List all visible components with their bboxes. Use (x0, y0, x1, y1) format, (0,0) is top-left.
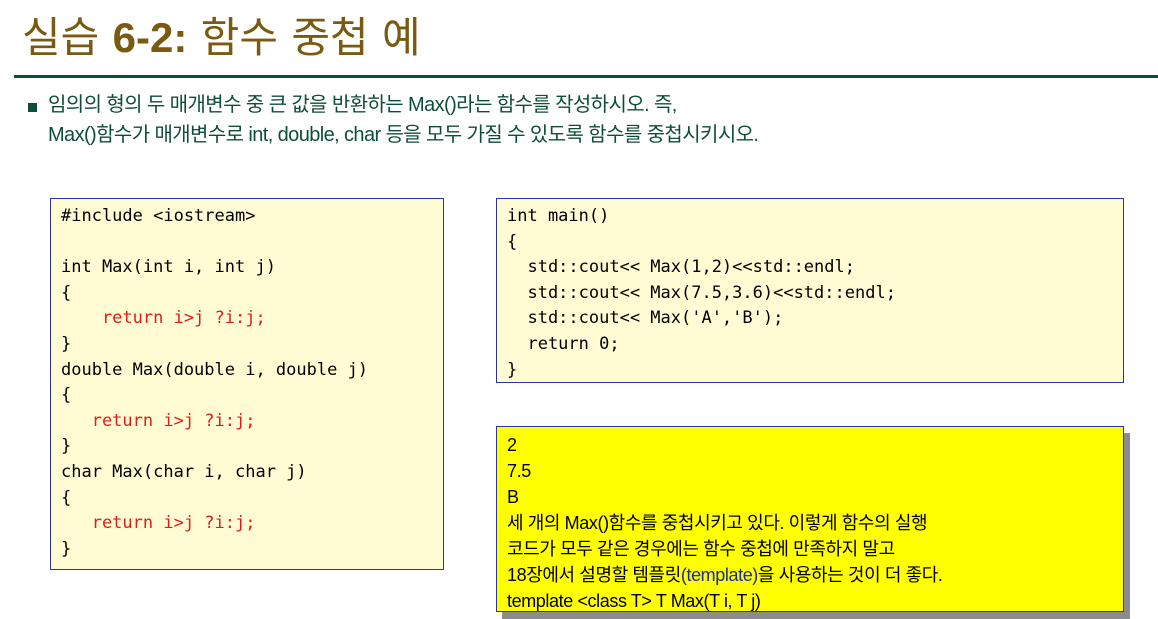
overload-functions-code-box: #include <iostream> int Max(int i, int j… (50, 198, 444, 570)
code-line: int main() (507, 206, 610, 226)
task-description: 임의의 형의 두 매개변수 중 큰 값을 반환하는 Max()라는 함수를 작성… (48, 90, 1148, 150)
explanation-line: 코드가 모두 같은 경우에는 함수 중첩에 만족하지 말고 (507, 539, 895, 559)
code-block: int main() { std::cout<< Max(1,2)<<std::… (507, 204, 1123, 383)
code-line: { (61, 487, 72, 508)
output-explanation-box: 2 7.5 B 세 개의 Max()함수를 중첩시키고 있다. 이렇게 함수의 … (496, 426, 1124, 612)
code-line: std::cout<< Max(7.5,3.6)<<std::endl; (507, 282, 896, 303)
output-line: B (507, 487, 519, 507)
code-line: #include <iostream> (61, 206, 256, 226)
title-number: 6-2: (112, 14, 188, 61)
code-line: } (61, 333, 72, 354)
explanation-text: 18장에서 설명할 템플릿 (507, 565, 681, 585)
slide-title: 실습 6-2: 함수 중첩 예 (22, 8, 421, 68)
explanation-line: 18장에서 설명할 템플릿(template)을 사용하는 것이 더 좋다. (507, 562, 1123, 588)
code-line: std::cout<< Max(1,2)<<std::endl; (507, 257, 855, 278)
code-line: double Max(double i, double j) (61, 359, 369, 380)
code-line-return: return i>j ?i:j; (61, 410, 256, 431)
code-line: { (61, 385, 72, 406)
template-example-line: template <class T> T Max(T i, T j) (507, 591, 761, 611)
output-line: 2 (507, 435, 517, 455)
code-line: { (61, 282, 72, 303)
code-line: char Max(char i, char j) (61, 461, 307, 482)
code-line: } (61, 538, 72, 559)
code-line: std::cout<< Max('A','B'); (507, 308, 784, 329)
explanation-line: 세 개의 Max()함수를 중첩시키고 있다. 이렇게 함수의 실행 (507, 513, 928, 533)
title-suffix: 함수 중첩 예 (187, 13, 421, 62)
output-line: 7.5 (507, 461, 531, 481)
square-bullet-icon (28, 103, 37, 112)
code-line-return: return i>j ?i:j; (61, 308, 266, 329)
title-divider (14, 75, 1158, 78)
description-line-2: Max()함수가 매개변수로 int, double, char 등을 모두 가… (48, 124, 759, 146)
code-line: return 0; (507, 333, 620, 354)
template-keyword: (template) (680, 565, 758, 585)
main-function-code-box: int main() { std::cout<< Max(1,2)<<std::… (496, 198, 1124, 383)
code-line: int Max(int i, int j) (61, 257, 276, 278)
code-block: #include <iostream> int Max(int i, int j… (61, 204, 443, 562)
title-prefix: 실습 (22, 13, 113, 62)
code-line-return: return i>j ?i:j; (61, 513, 256, 534)
code-line: } (61, 436, 72, 457)
code-line: } (507, 359, 518, 380)
code-line: { (507, 231, 518, 252)
explanation-text: 을 사용하는 것이 더 좋다. (757, 565, 943, 585)
description-line-1: 임의의 형의 두 매개변수 중 큰 값을 반환하는 Max()라는 함수를 작성… (48, 94, 677, 116)
